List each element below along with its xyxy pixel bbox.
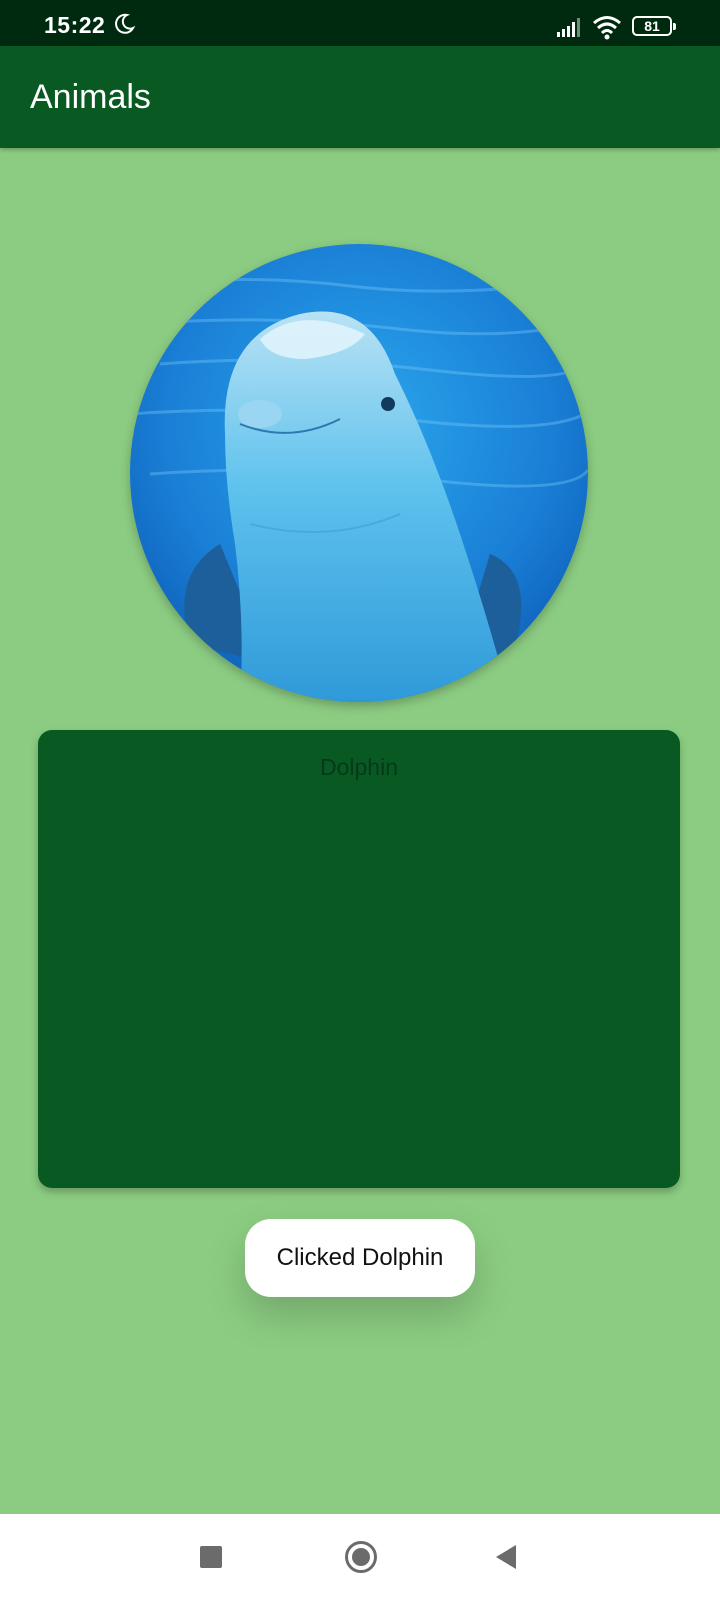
home-icon[interactable] — [345, 1541, 377, 1573]
page-title: Animals — [30, 78, 151, 116]
navigation-bar — [0, 1514, 720, 1600]
animal-card[interactable]: Dolphin — [38, 730, 680, 1188]
battery-level: 81 — [644, 18, 660, 34]
signal-icon — [557, 18, 580, 37]
animal-name: Dolphin — [320, 754, 398, 780]
back-icon[interactable] — [494, 1544, 518, 1570]
moon-icon — [115, 13, 136, 34]
status-bar: 15:22 81 — [0, 0, 720, 46]
wifi-icon — [593, 16, 621, 40]
status-time: 15:22 — [44, 12, 106, 38]
toast-message: Clicked Dolphin — [245, 1219, 475, 1297]
app-bar: Animals — [0, 46, 720, 148]
recents-icon[interactable] — [200, 1546, 222, 1568]
battery-icon: 81 — [632, 16, 676, 36]
dolphin-photo — [130, 244, 588, 702]
animal-image[interactable] — [130, 244, 588, 702]
